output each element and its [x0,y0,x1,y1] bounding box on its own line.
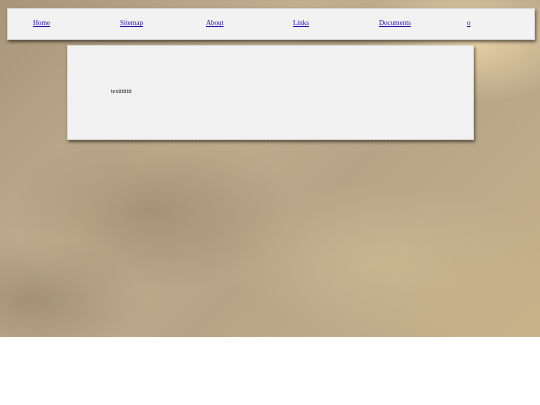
nav-link-links[interactable]: Links [293,19,309,27]
nav-link-extra[interactable]: o [467,19,471,27]
nav-link-sitemap[interactable]: Sitemap [120,19,143,27]
content-text: textttttttt [111,89,132,95]
top-navigation-bar: Home Sitemap About Links Documents o [7,8,535,40]
nav-link-home[interactable]: Home [33,19,50,27]
nav-link-documents[interactable]: Documents [379,19,411,27]
nav-link-about[interactable]: About [206,19,224,27]
page-background: Home Sitemap About Links Documents o tex… [0,0,540,337]
content-panel: textttttttt [67,45,474,140]
